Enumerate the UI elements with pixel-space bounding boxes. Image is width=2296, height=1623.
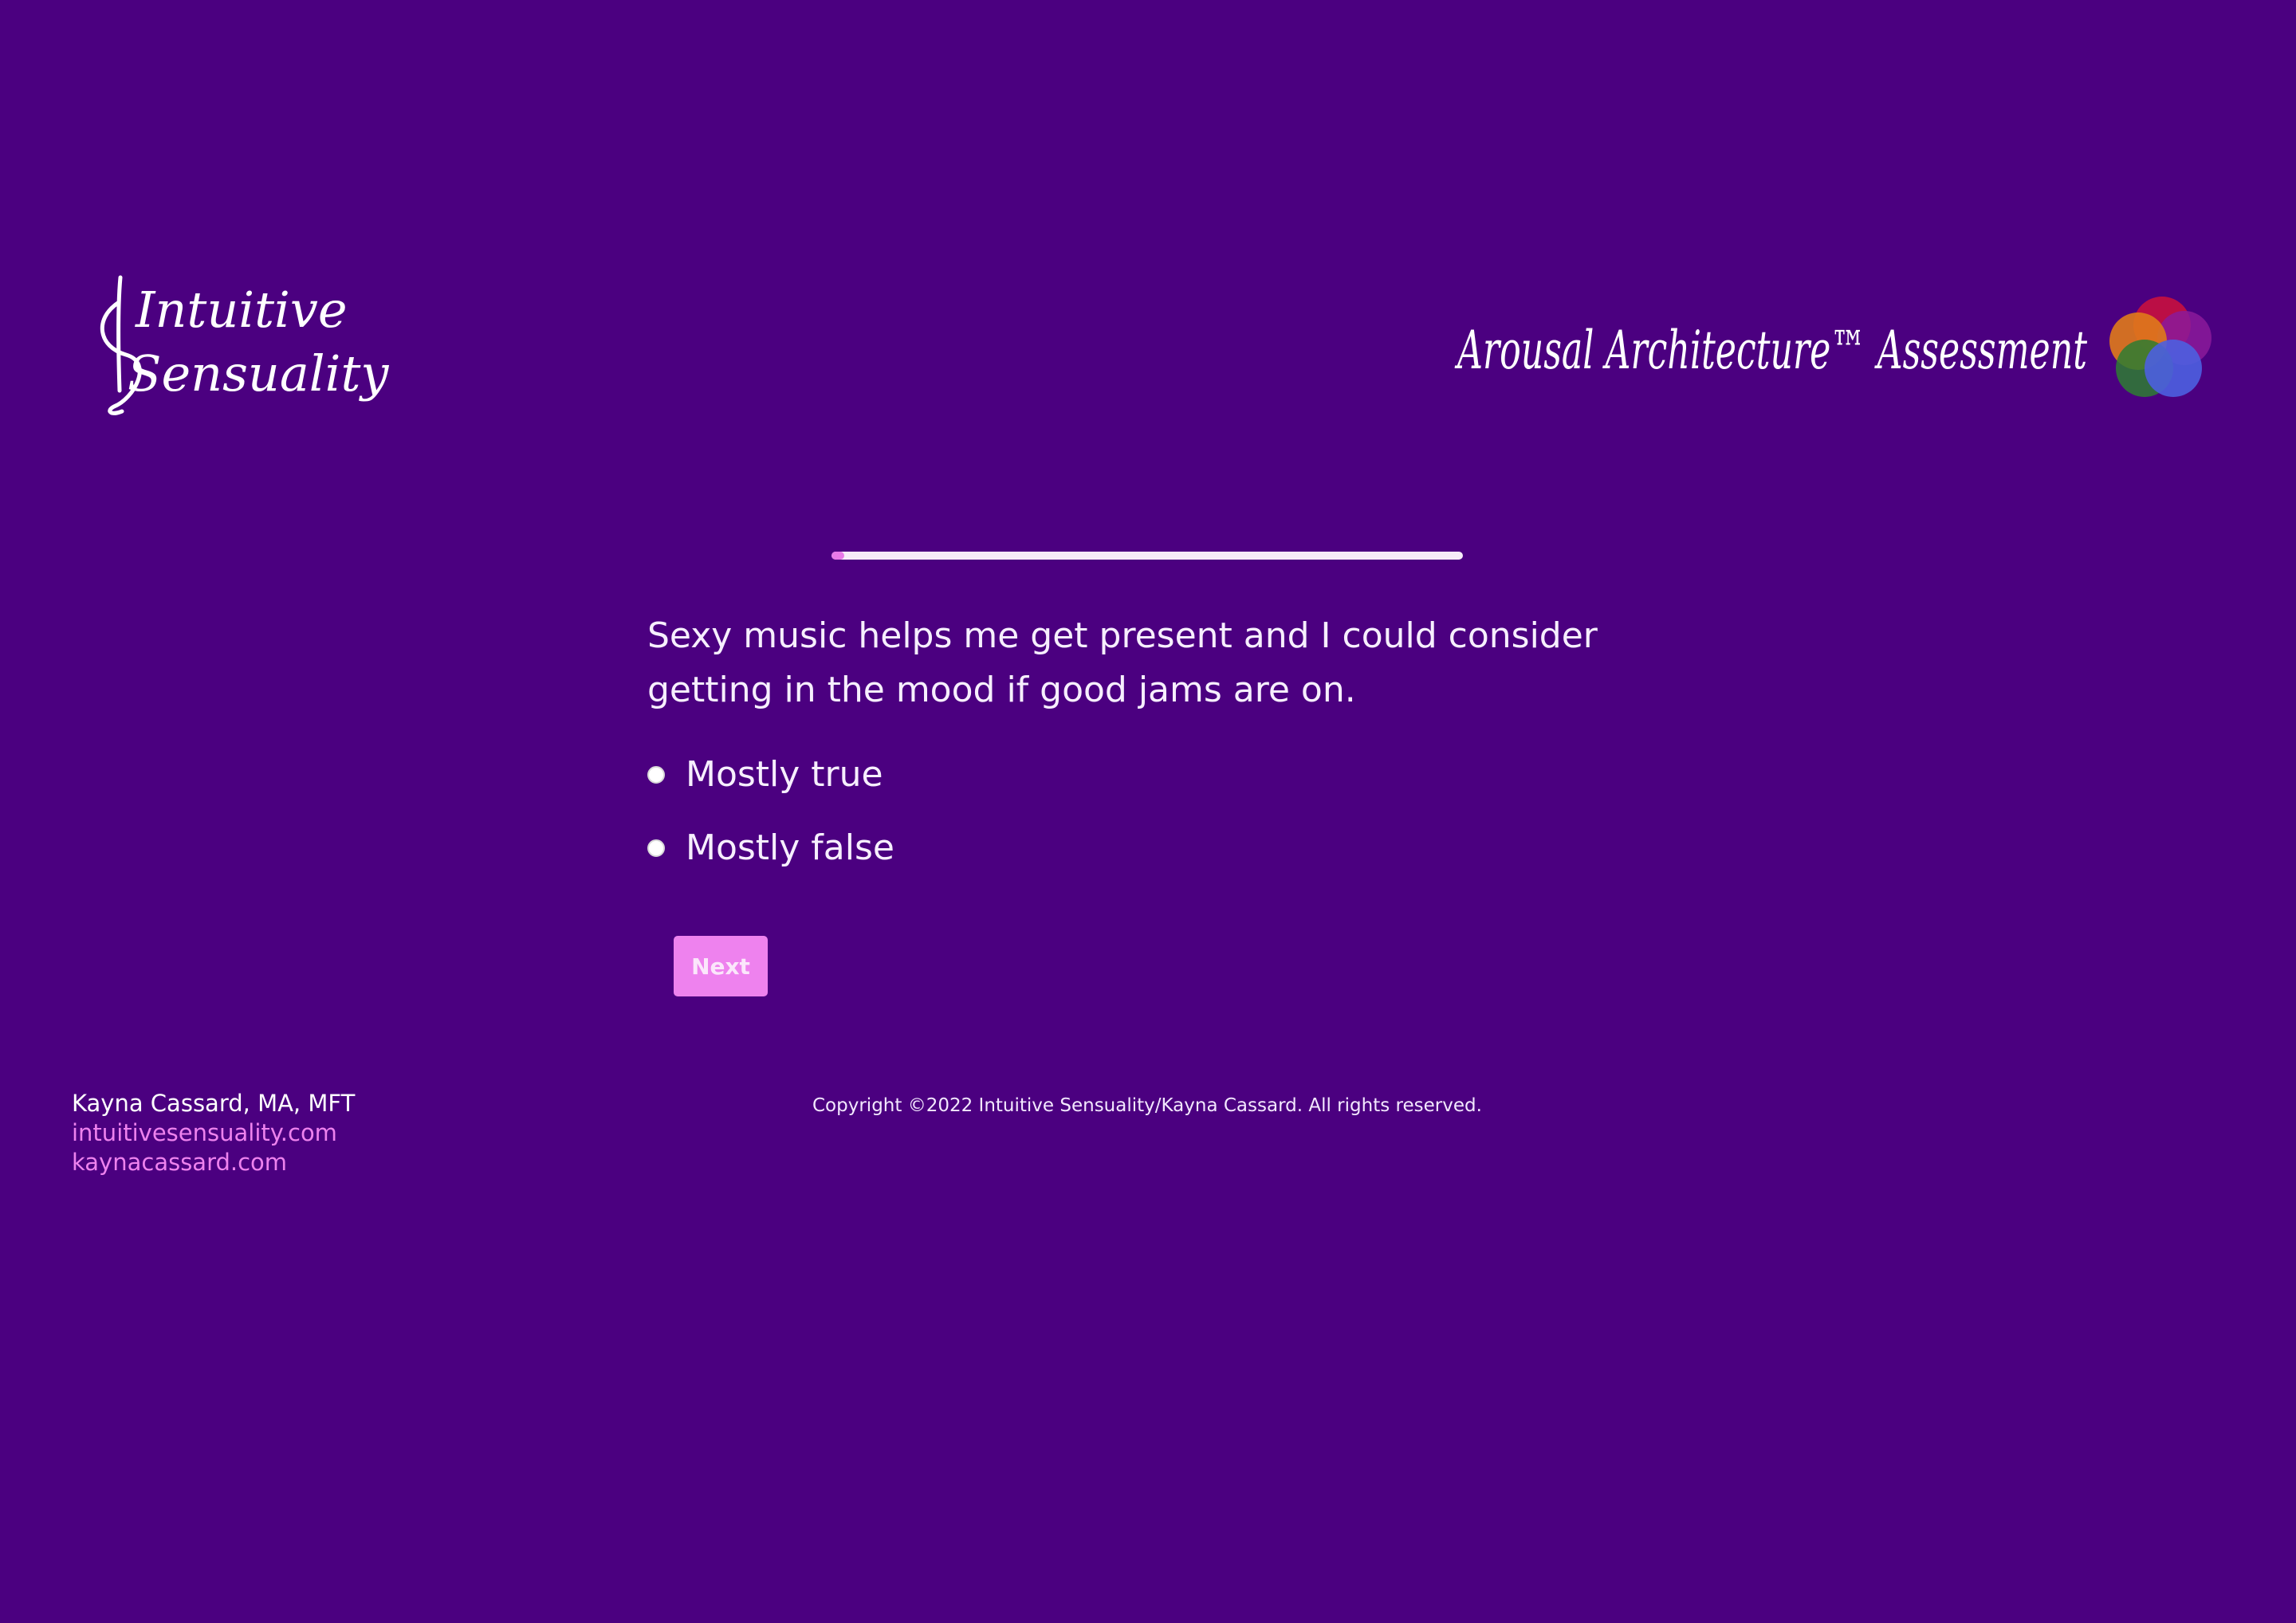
option-mostly-false[interactable]: Mostly false <box>647 827 894 868</box>
logo-text-line1: Intuitive <box>135 281 348 339</box>
intuitive-sensuality-logo[interactable]: Intuitive Sensuality <box>94 271 389 430</box>
next-button[interactable]: Next <box>674 936 768 996</box>
logo-text-line2: Sensuality <box>128 344 389 403</box>
option-label: Mostly false <box>686 827 894 868</box>
footer-link-intuitivesensuality[interactable]: intuitivesensuality.com <box>72 1118 355 1148</box>
arousal-architecture-logo-graphic: Arousal Architecture™ Assessment <box>1454 297 2211 397</box>
question-text: Sexy music helps me get present and I co… <box>647 615 1598 710</box>
copyright-text: Copyright ©2022 Intuitive Sensuality/Kay… <box>812 1095 1482 1116</box>
author-name: Kayna Cassard, MA, MFT <box>72 1090 356 1117</box>
assessment-title: Arousal Architecture™ Assessment <box>1454 320 2087 381</box>
option-label: Mostly true <box>686 754 883 795</box>
footer-contact: Kayna Cassard, MA, MFT intuitivesensuali… <box>72 1089 355 1177</box>
arousal-architecture-logo: Arousal Architecture™ Assessment <box>1451 289 2216 408</box>
footer-link-kaynacassard[interactable]: kaynacassard.com <box>72 1148 355 1177</box>
option-mostly-true[interactable]: Mostly true <box>647 754 883 795</box>
radio-button-icon[interactable] <box>647 765 665 784</box>
radio-button-icon[interactable] <box>647 839 665 857</box>
progress-bar <box>832 552 1463 560</box>
progress-bar-fill <box>832 552 844 560</box>
intuitive-sensuality-logo-graphic: Intuitive Sensuality <box>100 275 389 415</box>
color-circles-icon <box>2109 297 2211 397</box>
